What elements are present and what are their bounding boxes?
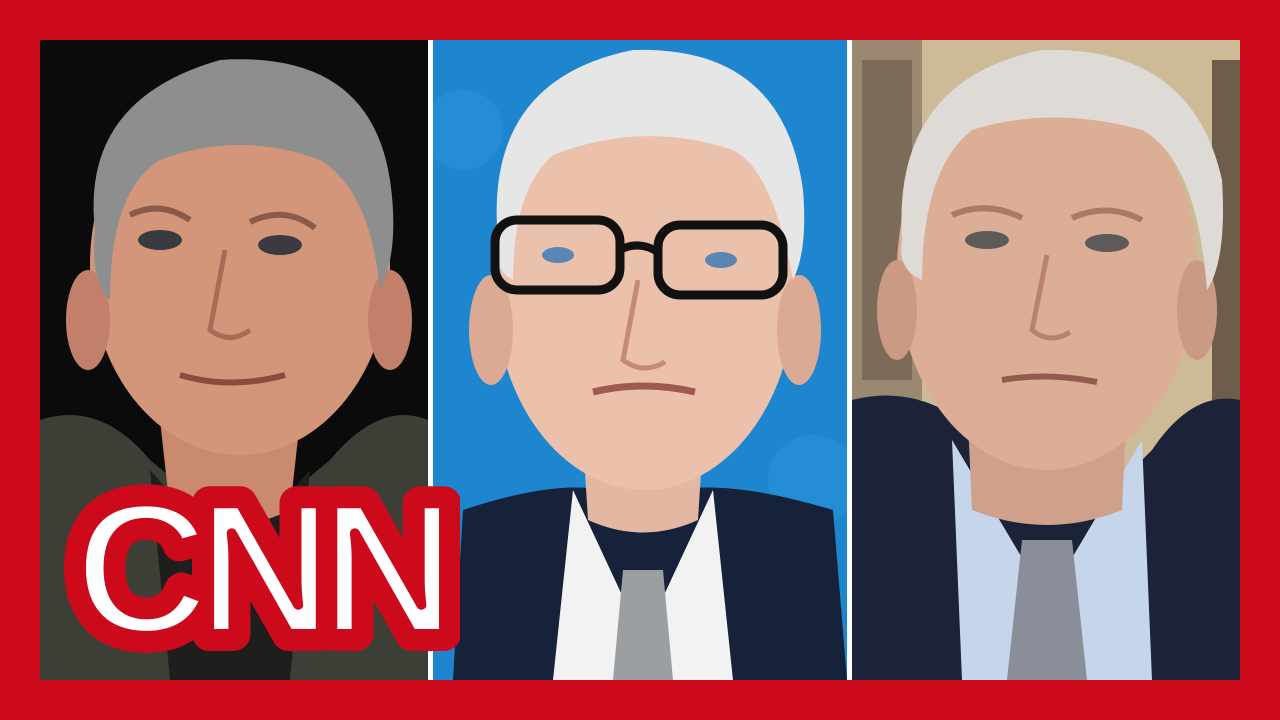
center-anchor-panel: [433, 40, 847, 680]
center-anchor-portrait: [433, 40, 847, 680]
right-guest-portrait: [852, 40, 1240, 680]
right-guest-panel: [852, 40, 1240, 680]
cnn-logo: CNN CNN: [56, 470, 460, 658]
divider: [847, 40, 852, 680]
svg-text:CNN: CNN: [73, 470, 444, 658]
